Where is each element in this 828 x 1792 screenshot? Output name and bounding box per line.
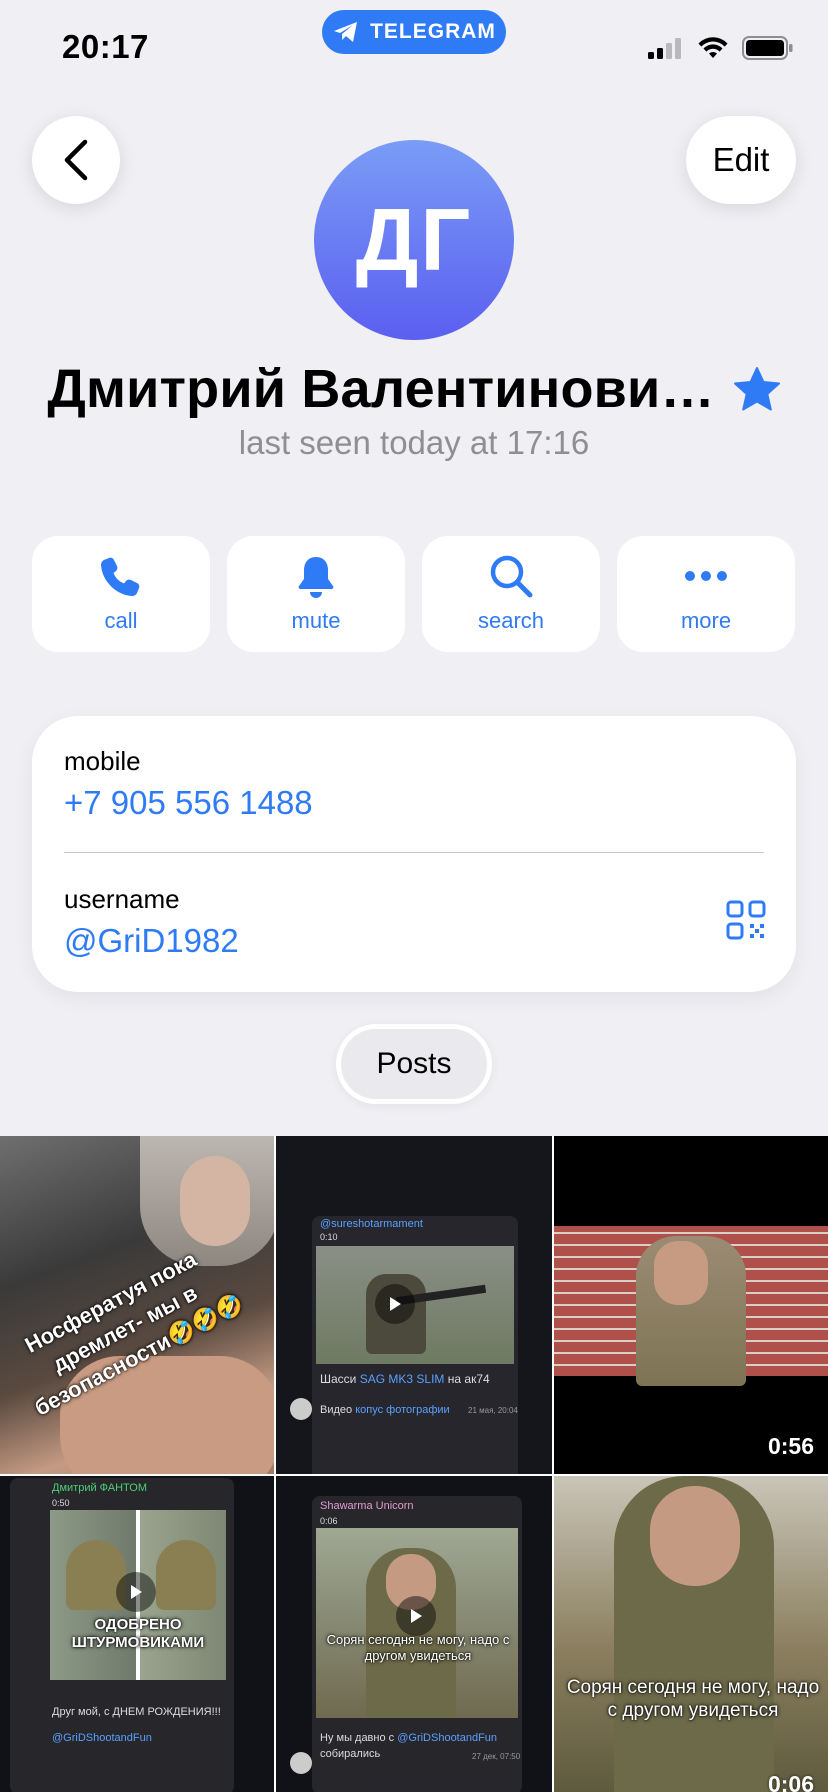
photo-shape [156, 1540, 216, 1610]
post-caption-link[interactable]: SAG MK3 SLIM [360, 1372, 445, 1386]
telegram-pill-label: TELEGRAM [370, 20, 496, 43]
action-buttons: call mute search more [32, 536, 796, 652]
status-time: 20:17 [62, 28, 149, 65]
premium-star-icon[interactable] [733, 366, 781, 412]
play-icon[interactable] [375, 1284, 415, 1324]
mute-button[interactable]: mute [227, 536, 405, 652]
post-tile[interactable]: Shawarma Unicorn 0:06 Сорян сегодня не м… [276, 1476, 552, 1792]
post-timestamp: 27 дек, 07:50 [472, 1752, 521, 1761]
post-duration: 0:06 [320, 1516, 338, 1526]
avatar [290, 1398, 312, 1420]
username-label: username [64, 884, 180, 914]
video-duration: 0:06 [767, 1771, 814, 1792]
post-tile[interactable]: 0:56 [554, 1136, 828, 1474]
avatar [290, 1752, 312, 1774]
chevron-left-icon [64, 139, 88, 181]
post-caption: Ну мы давно с @GriDShootandFun [320, 1732, 497, 1744]
photo-shape [654, 1241, 708, 1305]
call-label: call [104, 608, 138, 633]
search-icon [490, 555, 533, 598]
post-tile[interactable]: @sureshotarmament 0:10 Шасси SAG MK3 SLI… [276, 1136, 552, 1474]
post-tile[interactable]: Дмитрий ФАНТОМ 0:50 ОДОБРЕНО ШТУРМОВИКАМ… [0, 1476, 274, 1792]
post-caption-link[interactable]: копус фотографии [355, 1404, 450, 1416]
telegram-icon [334, 22, 358, 42]
cellular-signal-icon [648, 38, 681, 59]
post-caption-link[interactable]: @GriDShootandFun [52, 1732, 152, 1744]
more-icon [685, 571, 727, 581]
avatar[interactable]: ДГ [314, 140, 514, 340]
post-caption-text: Ну мы давно с [320, 1732, 398, 1744]
telegram-pill[interactable]: TELEGRAM [322, 10, 506, 54]
play-icon[interactable] [396, 1596, 436, 1636]
search-button[interactable]: search [422, 536, 600, 652]
post-caption-text: на ак74 [444, 1372, 490, 1386]
mobile-label: mobile [64, 746, 141, 776]
call-button[interactable]: call [32, 536, 210, 652]
video-duration: 0:56 [767, 1433, 814, 1459]
back-button[interactable] [32, 116, 120, 204]
avatar-initials: ДГ [355, 190, 473, 289]
post-overlay-text: Сорян сегодня не могу, надо с другом уви… [326, 1632, 510, 1663]
post-overlay-text: Сорян сегодня не могу, надо с другом уви… [566, 1677, 820, 1721]
search-label: search [477, 608, 545, 633]
post-caption-link[interactable]: @GriDShootandFun [397, 1732, 497, 1744]
posts-grid: Носфератуя пока дремлет- мы в безопаснос… [0, 1136, 828, 1792]
mobile-number[interactable]: +7 905 556 1488 [64, 784, 313, 822]
battery-icon [742, 36, 793, 60]
info-divider [64, 852, 764, 853]
post-tile[interactable]: Сорян сегодня не могу, надо с другом уви… [554, 1476, 828, 1792]
post-caption: Видео копус фотографии [320, 1404, 450, 1416]
post-tile[interactable]: Носфератуя пока дремлет- мы в безопаснос… [0, 1136, 274, 1474]
status-icons [648, 36, 794, 60]
post-duration: 0:10 [320, 1232, 338, 1242]
wifi-icon [698, 37, 728, 58]
photo-shape [650, 1486, 740, 1586]
status-bar: 20:17 TELEGRAM [0, 0, 828, 100]
profile-name-row: Дмитрий Валентинови… [0, 358, 828, 420]
post-caption-text: Шасси [320, 1372, 360, 1386]
post-channel: Shawarma Unicorn [320, 1500, 414, 1512]
phone-icon [101, 557, 140, 596]
profile-name: Дмитрий Валентинови… [47, 359, 715, 419]
post-caption-text: Видео [320, 1404, 356, 1416]
post-overlay-text: ОДОБРЕНО ШТУРМОВИКАМИ [71, 1616, 205, 1651]
post-timestamp: 21 мая, 20:04 [468, 1406, 518, 1415]
qr-code-icon[interactable] [726, 900, 766, 940]
play-icon[interactable] [116, 1572, 156, 1612]
username-value[interactable]: @GriD1982 [64, 922, 239, 960]
last-seen-status: last seen today at 17:16 [238, 424, 590, 461]
video-thumbnail [316, 1246, 514, 1364]
post-channel: @sureshotarmament [320, 1218, 423, 1230]
post-caption: Друг мой, с ДНЕМ РОЖДЕНИЯ!!! [52, 1706, 221, 1718]
post-caption-text: собирались [320, 1748, 381, 1760]
edit-button[interactable]: Edit [686, 116, 796, 204]
bell-icon [298, 557, 334, 598]
post-caption: Шасси SAG MK3 SLIM на ак74 [320, 1372, 490, 1386]
post-duration: 0:50 [52, 1498, 70, 1508]
mute-label: mute [291, 608, 341, 633]
more-button[interactable]: more [617, 536, 795, 652]
more-label: more [680, 608, 732, 633]
contact-info-card: mobile +7 905 556 1488 username @GriD198… [32, 716, 796, 992]
tab-posts[interactable]: Posts [336, 1024, 492, 1104]
post-channel: Дмитрий ФАНТОМ [52, 1482, 148, 1494]
